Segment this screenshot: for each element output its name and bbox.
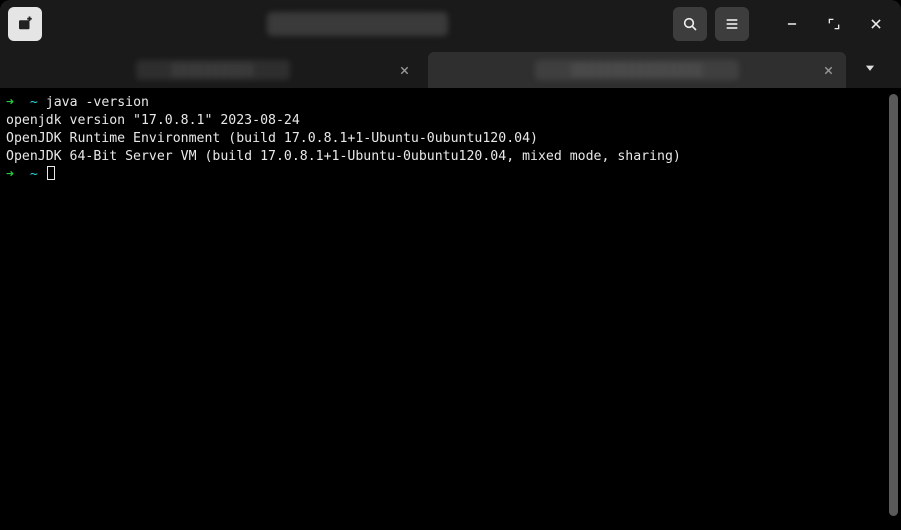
close-icon [869, 17, 883, 31]
new-tab-button[interactable] [8, 7, 42, 41]
output-line: OpenJDK 64-Bit Server VM (build 17.0.8.1… [6, 149, 681, 164]
prompt-dir: ~ [30, 95, 38, 110]
tab-1-label: ██████████ [136, 60, 290, 80]
tab-2-close[interactable] [818, 60, 838, 80]
search-icon [682, 16, 698, 32]
close-button[interactable] [859, 7, 893, 41]
tabbar: ██████████ ████████████████ [0, 48, 901, 88]
tab-2-label: ████████████████ [535, 60, 739, 80]
scrollbar[interactable] [889, 94, 898, 516]
command-text: java -version [46, 95, 149, 110]
tab-1[interactable]: ██████████ [4, 52, 422, 88]
search-button[interactable] [673, 7, 707, 41]
prompt-arrow: ➜ [6, 95, 14, 110]
scrollbar-thumb[interactable] [889, 94, 898, 516]
prompt-dir: ~ [30, 167, 38, 182]
output-line: openjdk version "17.0.8.1" 2023-08-24 [6, 113, 300, 128]
output-line: OpenJDK Runtime Environment (build 17.0.… [6, 131, 538, 146]
terminal-window: ██████████████ [0, 0, 901, 530]
terminal-content: ➜ ~ java -version openjdk version "17.0.… [6, 94, 901, 184]
tab-1-close[interactable] [394, 60, 414, 80]
minimize-icon [785, 17, 799, 31]
close-icon [823, 65, 834, 76]
terminal-viewport[interactable]: ➜ ~ java -version openjdk version "17.0.… [0, 88, 901, 530]
cursor [47, 166, 55, 180]
close-icon [399, 65, 410, 76]
titlebar: ██████████████ [0, 0, 901, 48]
prompt-arrow: ➜ [6, 167, 14, 182]
maximize-button[interactable] [817, 7, 851, 41]
menu-button[interactable] [715, 7, 749, 41]
tab-dropdown-button[interactable] [852, 48, 888, 88]
window-title: ██████████████ [267, 12, 447, 36]
chevron-down-icon [863, 61, 877, 75]
new-tab-icon [16, 15, 34, 33]
tab-2[interactable]: ████████████████ [428, 52, 846, 88]
minimize-button[interactable] [775, 7, 809, 41]
hamburger-icon [724, 16, 740, 32]
maximize-icon [827, 17, 841, 31]
